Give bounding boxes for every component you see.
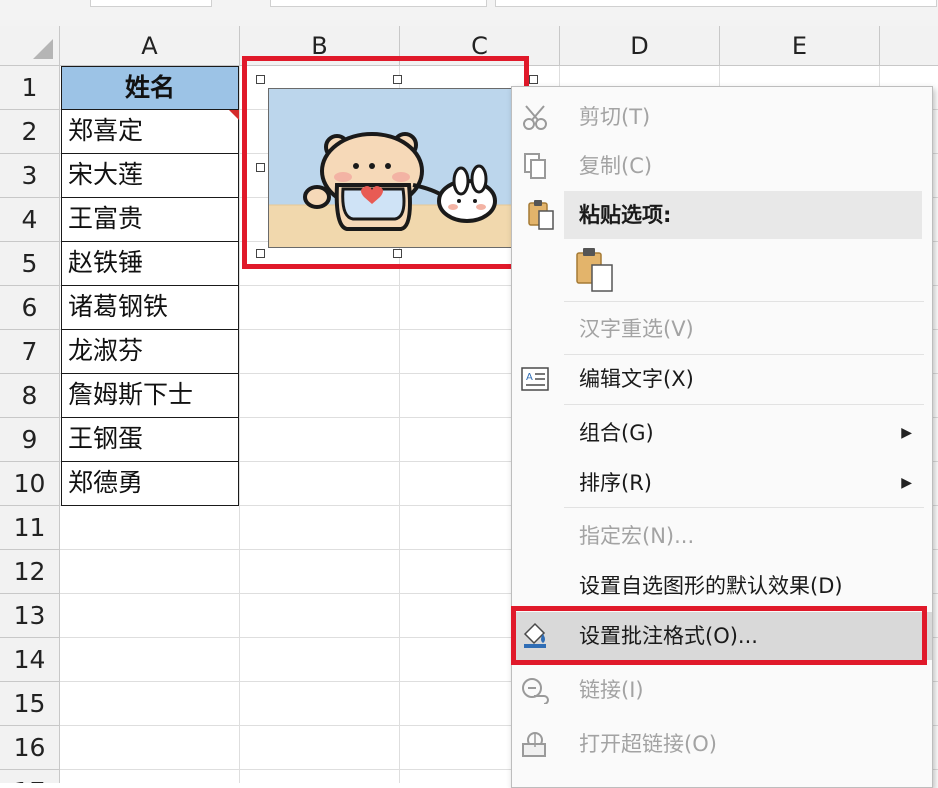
open-hyperlink-icon bbox=[522, 732, 546, 757]
table-cell[interactable]: 郑喜定 bbox=[61, 110, 239, 154]
comment-indicator bbox=[229, 110, 239, 120]
menu-item-label: 剪切(T) bbox=[579, 105, 651, 129]
scissors-icon bbox=[523, 105, 547, 130]
table-cell[interactable]: 郑德勇 bbox=[61, 462, 239, 506]
cell-a1-header[interactable]: 姓名 bbox=[61, 66, 239, 110]
select-all-button[interactable] bbox=[0, 26, 60, 66]
link-icon bbox=[522, 678, 549, 704]
paste-option-button[interactable] bbox=[572, 245, 618, 293]
menu-item-label: 汉字重选(V) bbox=[579, 317, 694, 341]
submenu-arrow-icon: ▶ bbox=[901, 475, 912, 491]
column-header-a[interactable]: A bbox=[60, 26, 240, 66]
table-cell[interactable]: 王钢蛋 bbox=[61, 418, 239, 462]
paste-options-label: 粘贴选项: bbox=[579, 203, 672, 227]
menu-item-cut[interactable]: 剪切(T) bbox=[512, 93, 932, 141]
menu-separator bbox=[564, 404, 924, 405]
submenu-arrow-icon: ▶ bbox=[901, 425, 912, 441]
menu-item-label: 设置自选图形的默认效果(D) bbox=[579, 574, 843, 598]
ribbon-fragment bbox=[495, 0, 937, 7]
menu-item-label: 打开超链接(O) bbox=[579, 732, 717, 756]
paste-options-header: 粘贴选项: bbox=[564, 191, 922, 239]
row-header[interactable]: 8 bbox=[0, 374, 60, 418]
column-header-f[interactable] bbox=[880, 26, 938, 66]
menu-item-set-default-effect[interactable]: 设置自选图形的默认效果(D) bbox=[512, 562, 932, 610]
copy-icon bbox=[524, 153, 546, 179]
row-header[interactable]: 7 bbox=[0, 330, 60, 374]
row-header[interactable]: 2 bbox=[0, 110, 60, 154]
menu-item-label: 组合(G) bbox=[579, 421, 654, 445]
menu-separator bbox=[564, 301, 924, 302]
menu-item-assign-macro[interactable]: 指定宏(N)... bbox=[512, 512, 932, 560]
ribbon-strip bbox=[0, 0, 938, 26]
row-header[interactable]: 13 bbox=[0, 594, 60, 638]
edit-text-icon: A bbox=[521, 367, 549, 391]
context-menu: 剪切(T) 复制(C) 粘贴选项: 汉字重选(V) A 编辑文字(X) 组合(G… bbox=[511, 86, 933, 788]
row-header[interactable]: 17 bbox=[0, 770, 60, 783]
row-header[interactable]: 12 bbox=[0, 550, 60, 594]
row-header[interactable]: 9 bbox=[0, 418, 60, 462]
menu-item-copy[interactable]: 复制(C) bbox=[512, 142, 932, 190]
menu-item-label: 指定宏(N)... bbox=[579, 524, 695, 548]
menu-item-order[interactable]: 排序(R) ▶ bbox=[512, 459, 932, 507]
table-cell[interactable]: 王富贵 bbox=[61, 198, 239, 242]
menu-item-group[interactable]: 组合(G) ▶ bbox=[512, 409, 932, 457]
row-header[interactable]: 4 bbox=[0, 198, 60, 242]
column-header-d[interactable]: D bbox=[560, 26, 720, 66]
table-cell[interactable]: 詹姆斯下士 bbox=[61, 374, 239, 418]
menu-separator bbox=[564, 507, 924, 508]
ribbon-fragment bbox=[90, 0, 212, 7]
menu-item-label: 排序(R) bbox=[579, 471, 652, 495]
row-header[interactable]: 5 bbox=[0, 242, 60, 286]
row-header[interactable]: 6 bbox=[0, 286, 60, 330]
menu-item-label: 复制(C) bbox=[579, 154, 653, 178]
menu-item-label: 链接(I) bbox=[579, 678, 644, 702]
menu-item-reconvert[interactable]: 汉字重选(V) bbox=[512, 305, 932, 353]
menu-item-open-hyperlink[interactable]: 打开超链接(O) bbox=[512, 720, 932, 768]
table-cell[interactable]: 龙淑芬 bbox=[61, 330, 239, 374]
resize-handle[interactable] bbox=[529, 75, 538, 84]
highlight-box-picture bbox=[242, 56, 529, 269]
row-header[interactable]: 11 bbox=[0, 506, 60, 550]
gridline bbox=[239, 66, 240, 783]
column-header-e[interactable]: E bbox=[720, 26, 880, 66]
menu-item-link[interactable]: 链接(I) bbox=[512, 666, 932, 714]
highlight-box-menu-item bbox=[511, 606, 927, 665]
table-cell[interactable]: 赵铁锤 bbox=[61, 242, 239, 286]
table-cell[interactable]: 宋大莲 bbox=[61, 154, 239, 198]
row-header[interactable]: 1 bbox=[0, 66, 60, 110]
table-cell[interactable]: 诸葛钢铁 bbox=[61, 286, 239, 330]
svg-text:A: A bbox=[526, 372, 533, 383]
paste-icon bbox=[528, 200, 554, 230]
row-header[interactable]: 10 bbox=[0, 462, 60, 506]
ribbon-fragment bbox=[270, 0, 487, 7]
row-header[interactable]: 16 bbox=[0, 726, 60, 770]
menu-item-label: 编辑文字(X) bbox=[579, 367, 694, 391]
paste-option-icon bbox=[576, 248, 613, 292]
row-header[interactable]: 14 bbox=[0, 638, 60, 682]
menu-item-edit-text[interactable]: A 编辑文字(X) bbox=[512, 355, 932, 403]
row-header[interactable]: 15 bbox=[0, 682, 60, 726]
row-header[interactable]: 3 bbox=[0, 154, 60, 198]
